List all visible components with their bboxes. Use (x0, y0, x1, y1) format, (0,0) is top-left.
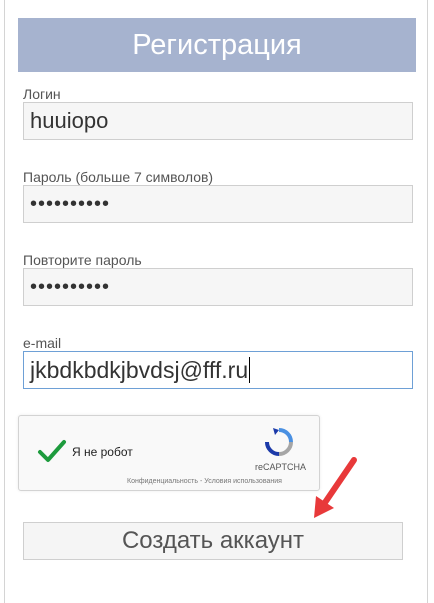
password-input[interactable]: •••••••••• (23, 185, 413, 223)
recaptcha-brand: reCAPTCHA (255, 462, 307, 472)
password-value: •••••••••• (30, 192, 111, 215)
page-title: Регистрация (18, 18, 416, 72)
recaptcha-widget: Я не робот reCAPTCHA Конфиденциальность … (18, 415, 320, 491)
recaptcha-links[interactable]: Конфиденциальность - Условия использован… (127, 478, 282, 485)
password-label: Пароль (больше 7 символов) (23, 169, 214, 185)
repeat-password-label: Повторите пароль (23, 252, 142, 268)
login-label: Логин (23, 86, 61, 102)
text-caret (249, 357, 251, 383)
email-label: e-mail (23, 335, 62, 351)
email-input[interactable]: jkbdkbdkjbvdsj@fff.ru (23, 351, 413, 389)
recaptcha-logo-icon (265, 428, 293, 456)
email-value: jkbdkbdkjbvdsj@fff.ru (30, 356, 249, 383)
check-icon[interactable] (37, 438, 67, 464)
repeat-password-input[interactable]: •••••••••• (23, 268, 413, 306)
create-account-button[interactable]: Создать аккаунт (23, 522, 403, 560)
repeat-password-value: •••••••••• (30, 275, 111, 298)
login-input[interactable]: huuiopo (23, 102, 413, 140)
red-arrow-icon (314, 457, 357, 518)
recaptcha-label: Я не робот (72, 445, 133, 459)
login-value: huuiopo (30, 108, 109, 133)
